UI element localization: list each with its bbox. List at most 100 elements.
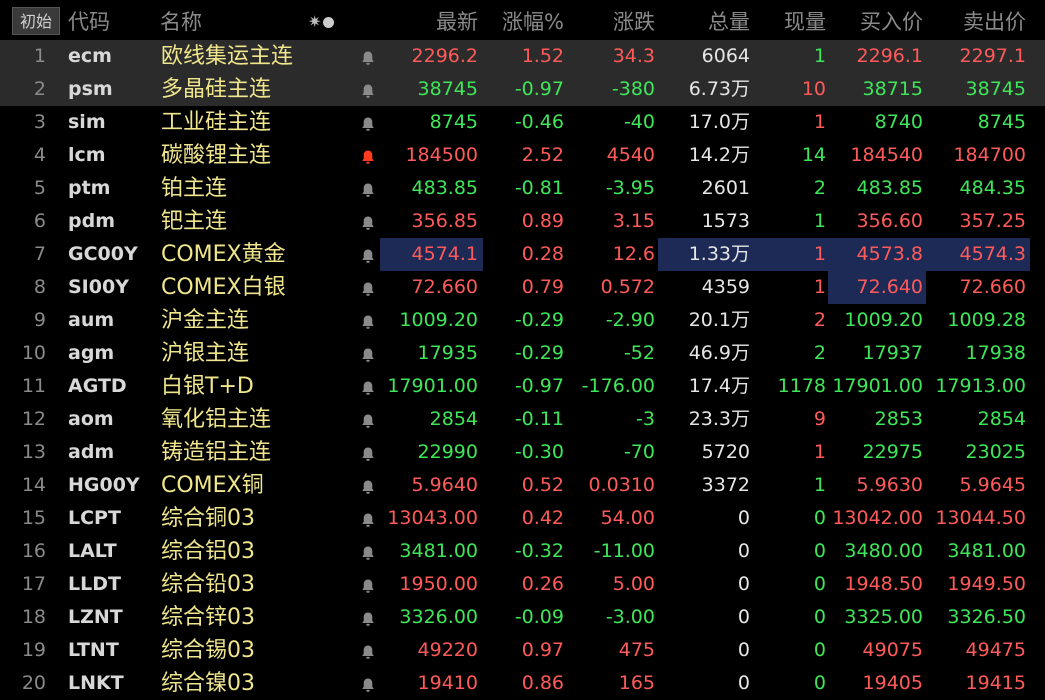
table-row[interactable]: 10 agm 沪银主连 17935 -0.29 -52 46.9万 2 17937 17938 xyxy=(0,337,1045,370)
symbol-name: 碳酸锂主连 xyxy=(161,143,272,168)
bid-price: 22975 xyxy=(862,441,923,463)
table-row[interactable]: 14 HG00Y COMEX铜 5.9640 0.52 0.0310 3372 1 5.9630… xyxy=(0,469,1045,502)
last-price: 184500 xyxy=(405,144,478,166)
bell-icon[interactable] xyxy=(356,502,380,535)
change-percent: -0.29 xyxy=(514,342,564,364)
bell-icon[interactable] xyxy=(356,535,380,568)
change-amount: -52 xyxy=(623,342,655,364)
change-amount: 4540 xyxy=(606,144,655,166)
bid-price: 356.60 xyxy=(856,210,923,232)
symbol-name: 白银T+D xyxy=(161,374,254,399)
table-row[interactable]: 7 GC00Y COMEX黄金 4574.1 0.28 12.6 1.33万 1 4573.8 4… xyxy=(0,238,1045,271)
current-volume: 1 xyxy=(813,474,826,496)
bell-icon[interactable] xyxy=(356,73,380,106)
row-index: 19 xyxy=(21,639,46,661)
change-percent: -0.81 xyxy=(514,177,564,199)
bid-price: 17937 xyxy=(862,342,923,364)
bell-icon[interactable] xyxy=(356,634,380,667)
header-current-volume[interactable]: 现量 xyxy=(752,0,826,40)
bell-icon[interactable] xyxy=(356,106,380,139)
bell-icon[interactable] xyxy=(356,337,380,370)
bid-price: 3480.00 xyxy=(844,540,923,562)
symbol-name: 沪银主连 xyxy=(161,341,250,366)
header-change[interactable]: 涨跌 xyxy=(566,0,655,40)
table-row[interactable]: 2 psm 多晶硅主连 38745 -0.97 -380 6.73万 10 38715 38745 xyxy=(0,73,1045,106)
header-bid[interactable]: 买入价 xyxy=(828,0,923,40)
header-settings-icons[interactable]: ✷ xyxy=(308,0,335,44)
init-button[interactable]: 初始 xyxy=(12,7,60,35)
symbol-name: 钯主连 xyxy=(161,209,228,234)
table-row[interactable]: 9 aum 沪金主连 1009.20 -0.29 -2.90 20.1万 2 1009.20 10… xyxy=(0,304,1045,337)
change-percent: -0.32 xyxy=(514,540,564,562)
bell-icon[interactable] xyxy=(356,403,380,436)
table-row[interactable]: 3 sim 工业硅主连 8745 -0.46 -40 17.0万 1 8740 8745 xyxy=(0,106,1045,139)
bell-icon[interactable] xyxy=(356,40,380,73)
table-row[interactable]: 4 lcm 碳酸锂主连 184500 2.52 4540 14.2万 14 184540 1847… xyxy=(0,139,1045,172)
header-last[interactable]: 最新 xyxy=(380,0,478,40)
bell-icon[interactable] xyxy=(356,172,380,205)
bid-price: 184540 xyxy=(850,144,923,166)
change-amount: 0.0310 xyxy=(588,474,655,496)
table-row[interactable]: 6 pdm 钯主连 356.85 0.89 3.15 1573 1 356.60 357.25 xyxy=(0,205,1045,238)
symbol-name: 沪金主连 xyxy=(161,308,250,333)
table-row[interactable]: 1 ecm 欧线集运主连 2296.2 1.52 34.3 6064 1 2296.1 2297.… xyxy=(0,40,1045,73)
table-row[interactable]: 5 ptm 铂主连 483.85 -0.81 -3.95 2601 2 483.85 484.35 xyxy=(0,172,1045,205)
symbol-code: ptm xyxy=(68,177,111,199)
bell-icon[interactable] xyxy=(356,139,380,172)
ask-price: 4574.3 xyxy=(959,243,1026,265)
table-row[interactable]: 17 LLDT 综合铅03 1950.00 0.26 5.00 0 0 1948.50 1949.… xyxy=(0,568,1045,601)
header-ask[interactable]: 卖出价 xyxy=(925,0,1026,40)
bell-icon[interactable] xyxy=(356,436,380,469)
circle-icon[interactable] xyxy=(323,17,335,28)
change-percent: 0.97 xyxy=(521,639,564,661)
symbol-name: 氧化铝主连 xyxy=(161,407,272,432)
table-row[interactable]: 19 LTNT 综合锡03 49220 0.97 475 0 0 49075 49475 xyxy=(0,634,1045,667)
bell-icon[interactable] xyxy=(356,667,380,700)
snowflake-icon[interactable]: ✷ xyxy=(308,12,321,31)
header-volume[interactable]: 总量 xyxy=(658,0,750,40)
bell-icon[interactable] xyxy=(356,568,380,601)
total-volume: 20.1万 xyxy=(688,309,750,331)
last-price: 2296.2 xyxy=(411,45,478,67)
symbol-code: LLDT xyxy=(68,573,121,595)
bid-price: 3325.00 xyxy=(844,606,923,628)
table-row[interactable]: 18 LZNT 综合锌03 3326.00 -0.09 -3.00 0 0 3325.00 332… xyxy=(0,601,1045,634)
symbol-name: COMEX铜 xyxy=(161,473,264,498)
last-price: 3481.00 xyxy=(399,540,478,562)
bell-icon[interactable] xyxy=(356,469,380,502)
last-price: 17935 xyxy=(417,342,478,364)
symbol-name: 综合铝03 xyxy=(161,539,255,564)
current-volume: 9 xyxy=(813,408,826,430)
table-row[interactable]: 13 adm 铸造铝主连 22990 -0.30 -70 5720 1 22975 23025 xyxy=(0,436,1045,469)
ask-price: 3326.50 xyxy=(947,606,1026,628)
current-volume: 0 xyxy=(813,507,826,529)
table-row[interactable]: 20 LNKT 综合镍03 19410 0.86 165 0 0 19405 19415 xyxy=(0,667,1045,700)
bid-price: 8740 xyxy=(874,111,923,133)
table-row[interactable]: 11 AGTD 白银T+D 17901.00 -0.97 -176.00 17.4万 1178… xyxy=(0,370,1045,403)
total-volume: 4359 xyxy=(701,276,750,298)
table-row[interactable]: 12 aom 氧化铝主连 2854 -0.11 -3 23.3万 9 2853 2854 xyxy=(0,403,1045,436)
bell-icon[interactable] xyxy=(356,601,380,634)
header-pct[interactable]: 涨幅% xyxy=(480,0,564,40)
table-row[interactable]: 15 LCPT 综合铜03 13043.00 0.42 54.00 0 0 13042.00 13… xyxy=(0,502,1045,535)
table-row[interactable]: 8 SI00Y COMEX白银 72.660 0.79 0.572 4359 1 72.640 7… xyxy=(0,271,1045,304)
header-code[interactable]: 代码 xyxy=(68,0,160,40)
bell-icon[interactable] xyxy=(356,370,380,403)
table-row[interactable]: 16 LALT 综合铝03 3481.00 -0.32 -11.00 0 0 3480.00 34… xyxy=(0,535,1045,568)
ask-price: 17938 xyxy=(965,342,1026,364)
bid-price: 72.640 xyxy=(856,276,923,298)
bell-icon[interactable] xyxy=(356,271,380,304)
current-volume: 1 xyxy=(813,111,826,133)
symbol-name: 综合锡03 xyxy=(161,638,255,663)
ask-price: 5.9645 xyxy=(959,474,1026,496)
total-volume: 6.73万 xyxy=(688,78,750,100)
symbol-code: aom xyxy=(68,408,114,430)
current-volume: 0 xyxy=(813,573,826,595)
bell-icon[interactable] xyxy=(356,205,380,238)
bell-icon[interactable] xyxy=(356,304,380,337)
bell-icon[interactable] xyxy=(356,238,380,271)
change-amount: -3.95 xyxy=(605,177,655,199)
symbol-code: AGTD xyxy=(68,375,127,397)
change-amount: -40 xyxy=(623,111,655,133)
total-volume: 0 xyxy=(737,606,750,628)
